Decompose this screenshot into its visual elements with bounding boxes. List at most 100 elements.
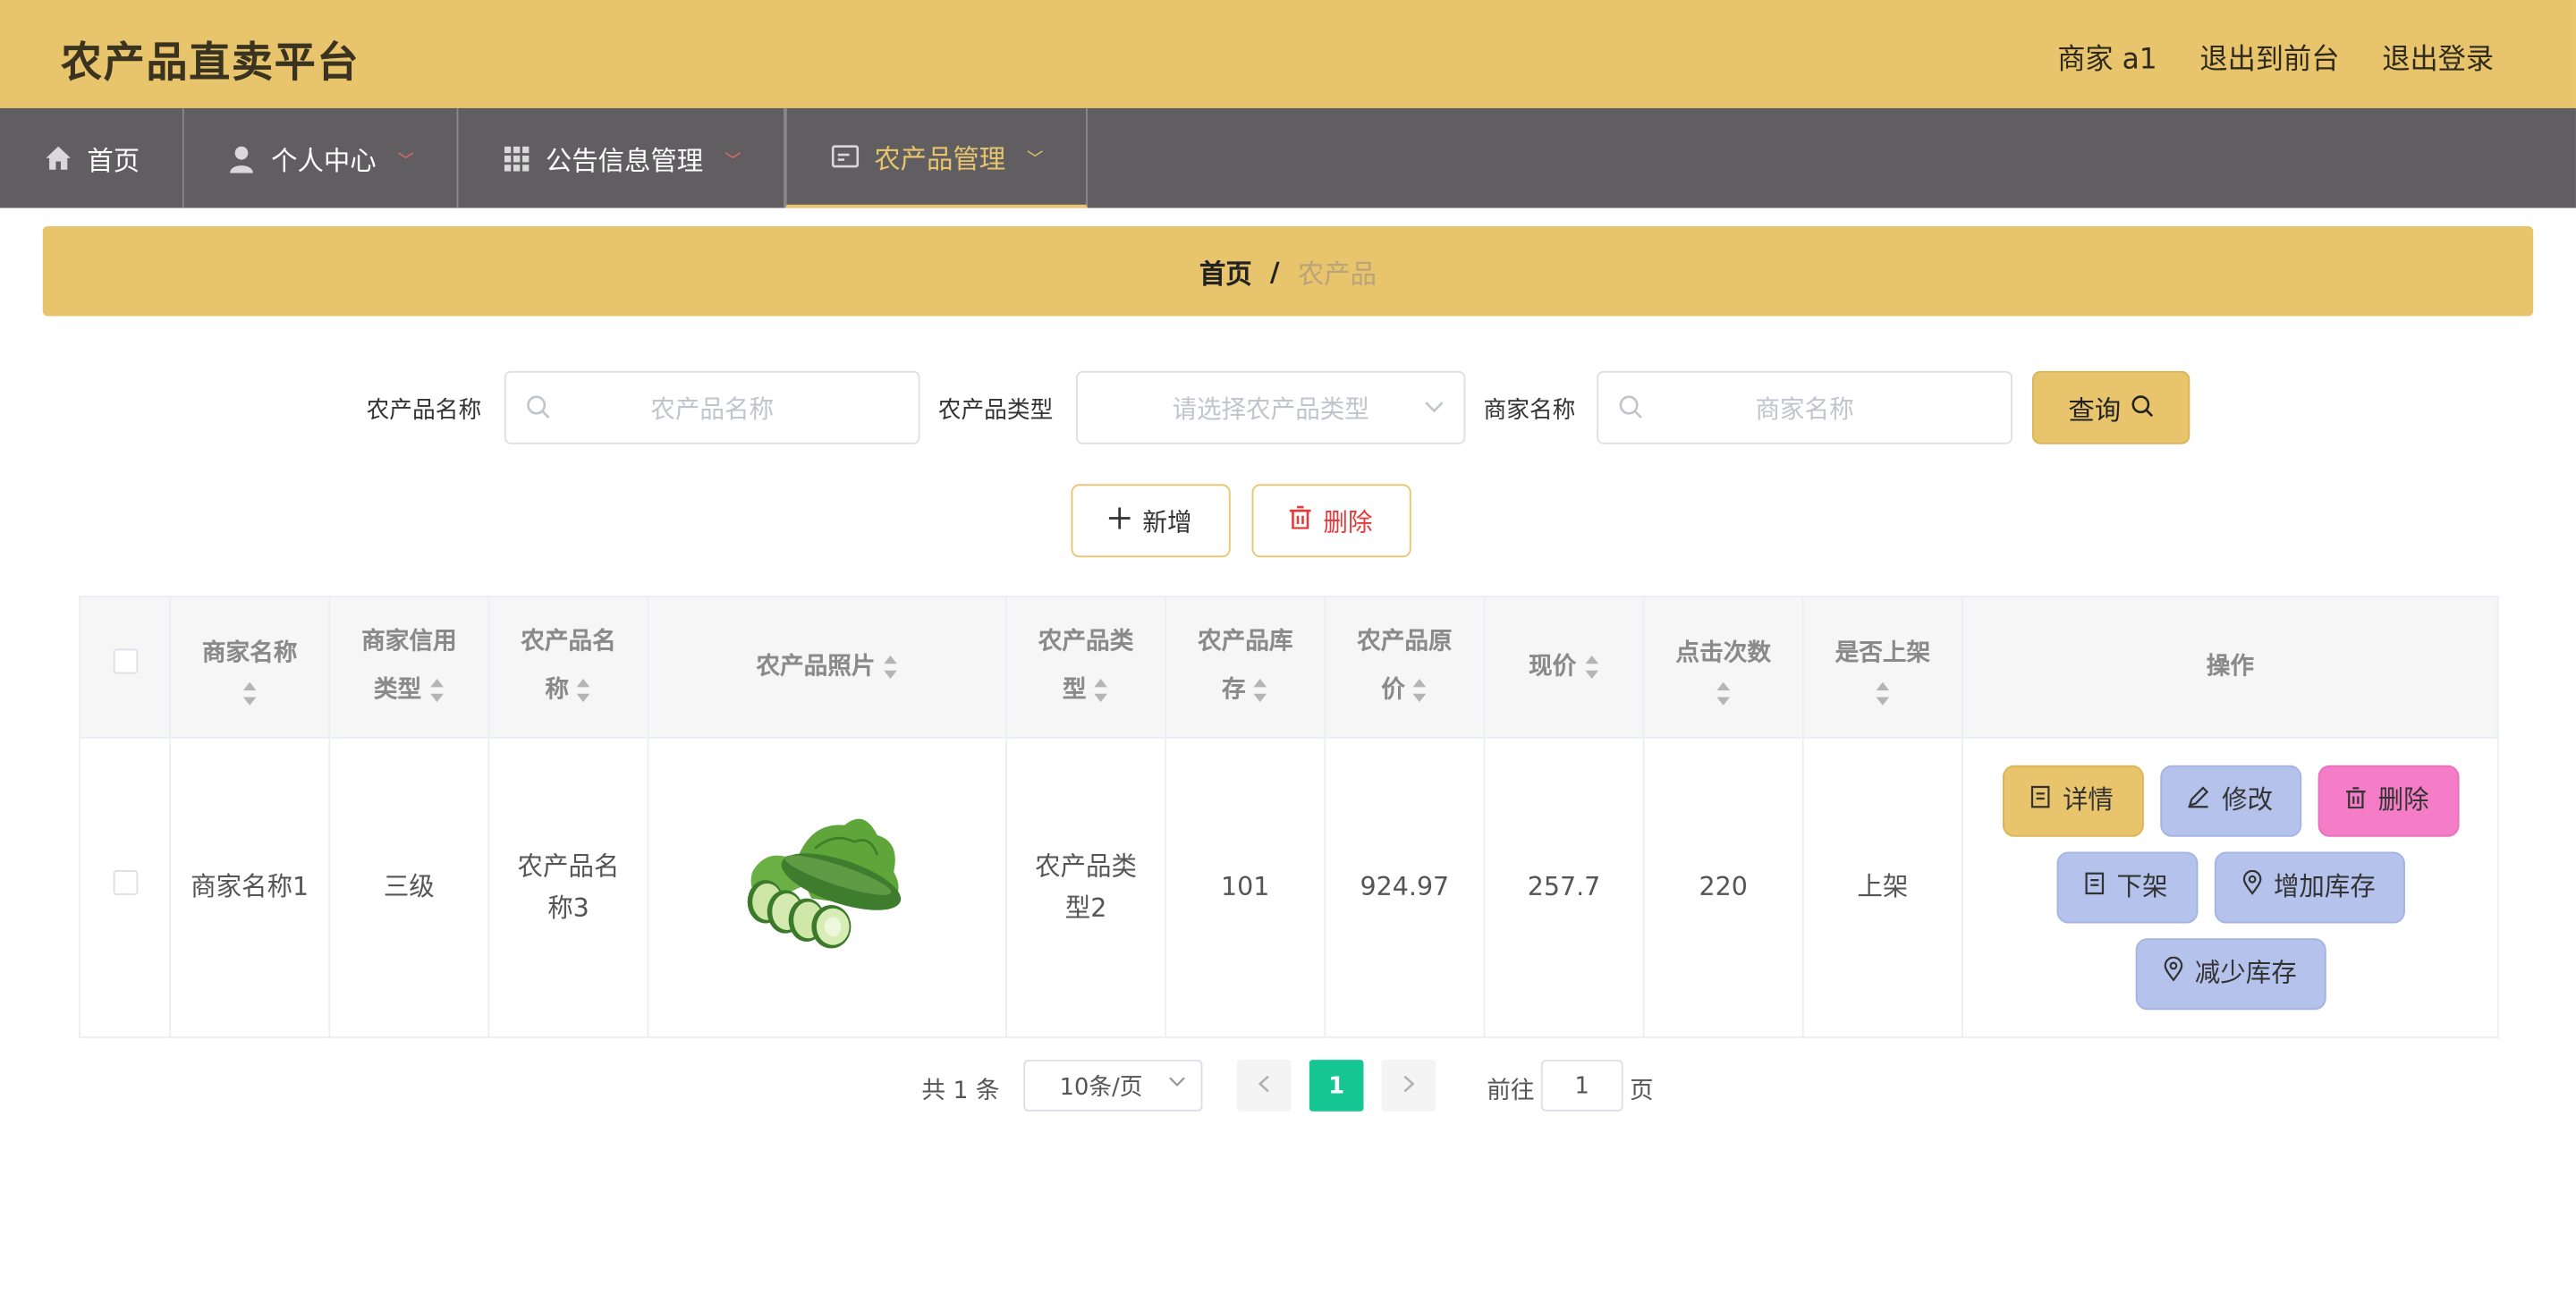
stock-cell: 101 [1165,737,1326,1038]
row-checkbox[interactable] [112,869,138,895]
add-stock-button-label: 增加库存 [2273,871,2376,902]
document-icon [2031,781,2051,823]
page-size-select[interactable]: 10条/页 [1023,1060,1203,1112]
plus-icon [1109,506,1131,536]
column-header-credit[interactable]: 商家信用 类型 [328,596,490,740]
column-header-label: 称 [545,677,569,704]
listed-cell: 上架 [1801,737,1963,1038]
sort-icon[interactable] [882,655,898,679]
add-button-label: 新增 [1142,506,1192,537]
product-type-select[interactable]: 请选择农产品类型 [1076,370,1466,444]
product-name-input[interactable]: 农产品名称 [504,370,920,444]
credit-cell: 三级 [328,737,490,1038]
original-price-cell: 924.97 [1324,737,1486,1038]
sort-icon[interactable] [1716,681,1732,705]
select-all-checkbox[interactable] [112,647,138,673]
batch-delete-button[interactable]: 删除 [1251,484,1411,558]
column-header-label: 价 [1381,677,1405,704]
card-icon [830,141,860,171]
search-icon [1618,394,1643,426]
nav-label-product-management: 农产品管理 [874,142,1006,175]
add-button[interactable]: 新增 [1071,484,1231,558]
column-header-label: 是否上架 [1835,639,1931,667]
chevron-down-icon [1168,1075,1186,1093]
pencil-icon [2188,781,2211,823]
product-name-cell: 农产品名 称3 [487,737,649,1038]
sort-icon[interactable] [1411,679,1428,703]
sort-icon[interactable] [1252,679,1268,703]
row-actions: 详情 修改 删除 下架 增加库存 减少库存 [1963,765,2497,1011]
column-header-product-name[interactable]: 农产品名 称 [487,596,649,740]
top-header: 农产品直卖平台 商家 a1 退出到前台 退出登录 [0,0,2576,108]
unlist-button-label: 下架 [2116,871,2168,902]
main-content: 农产品名称 农产品名称 农产品类型 请选择农产品类型 商家名称 商家名称 查询 … [42,334,2534,1146]
nav-label-home: 首页 [87,144,140,177]
sort-icon[interactable] [1583,655,1599,679]
page-number-button[interactable]: 1 [1309,1060,1364,1112]
column-header-product-type[interactable]: 农产品类 型 [1005,596,1167,740]
sort-icon[interactable] [575,679,591,703]
column-header-stock[interactable]: 农产品库 存 [1165,596,1326,740]
column-header-label: 点击次数 [1675,639,1771,667]
edit-button[interactable]: 修改 [2159,765,2301,837]
nav-label-personal-center: 个人中心 [271,144,377,177]
prev-page-button[interactable] [1237,1060,1292,1112]
breadcrumb: 首页 / 农产品 [42,226,2534,317]
column-header-merchant[interactable]: 商家名称 [169,596,331,740]
page: 农产品直卖平台 商家 a1 退出到前台 退出登录 首页 个人中心 ﹀ 公告信息管… [0,0,2576,1311]
reduce-stock-button[interactable]: 减少库存 [2134,938,2326,1011]
logout-link[interactable]: 退出登录 [2382,35,2494,76]
delete-button[interactable]: 删除 [2317,765,2459,837]
breadcrumb-home[interactable]: 首页 [1199,251,1252,292]
column-header-original-price[interactable]: 农产品原 价 [1324,596,1486,740]
chevron-down-icon: ﹀ [397,152,414,171]
user-menu-link[interactable]: 商家 a1 [2057,35,2157,76]
unlist-button[interactable]: 下架 [2055,851,2198,924]
select-all-cell [79,596,172,740]
column-header-label: 农产品照片 [756,653,876,680]
next-page-button[interactable] [1381,1060,1436,1112]
column-header-label: 型 [1062,677,1087,704]
price-cell: 257.7 [1483,737,1645,1038]
chevron-down-icon: ﹀ [1027,150,1044,169]
search-icon [2131,392,2154,423]
column-header-label: 操作 [2206,653,2254,680]
product-name-line: 称3 [547,892,589,923]
column-header-photo[interactable]: 农产品照片 [647,596,1007,740]
column-header-label: 商家名称 [201,639,298,667]
query-button[interactable]: 查询 [2031,370,2190,444]
product-type-line: 型2 [1064,892,1107,923]
merchant-name-placeholder: 商家名称 [1755,393,1854,424]
merchant-name-input[interactable]: 商家名称 [1597,370,2012,444]
column-header-price[interactable]: 现价 [1483,596,1645,740]
nav-item-notice-management[interactable]: 公告信息管理 ﹀ [458,107,786,208]
column-header-label: 农产品类 [1038,629,1134,656]
merchant-name-label: 商家名称 [1483,397,1576,425]
sort-icon[interactable] [1093,679,1109,703]
table-header-row: 商家名称 商家信用 类型 农产品名 称 农产品照片 农产品类 型 农产品库 存 … [79,596,2499,740]
sort-icon[interactable] [428,679,444,703]
column-header-label: 商家信用 [361,629,457,656]
nav-item-product-management[interactable]: 农产品管理 ﹀ [785,107,1089,208]
goto-page-input[interactable]: 1 [1540,1060,1623,1112]
nav-item-personal-center[interactable]: 个人中心 ﹀ [184,107,459,208]
main-nav: 首页 个人中心 ﹀ 公告信息管理 ﹀ 农产品管理 ﹀ [0,107,2576,208]
operations-cell: 详情 修改 删除 下架 增加库存 减少库存 [1962,737,2499,1038]
column-header-label: 存 [1222,677,1246,704]
sort-icon[interactable] [242,681,258,705]
add-stock-button[interactable]: 增加库存 [2213,851,2405,924]
nav-item-home[interactable]: 首页 [0,107,184,208]
product-name-label: 农产品名称 [366,397,482,425]
pagination-total: 共 1 条 [921,1078,1000,1105]
detail-button[interactable]: 详情 [2002,765,2143,837]
trash-icon [1290,505,1312,536]
sort-icon[interactable] [1875,681,1891,705]
exit-to-front-link[interactable]: 退出到前台 [2199,35,2339,76]
edit-button-label: 修改 [2222,785,2274,816]
cucumber-photo[interactable] [729,798,926,964]
column-header-clicks[interactable]: 点击次数 [1642,596,1804,740]
column-header-listed[interactable]: 是否上架 [1801,596,1963,740]
grid-icon [501,143,530,173]
chevron-left-icon [1258,1072,1270,1099]
column-header-operations: 操作 [1962,596,2499,740]
